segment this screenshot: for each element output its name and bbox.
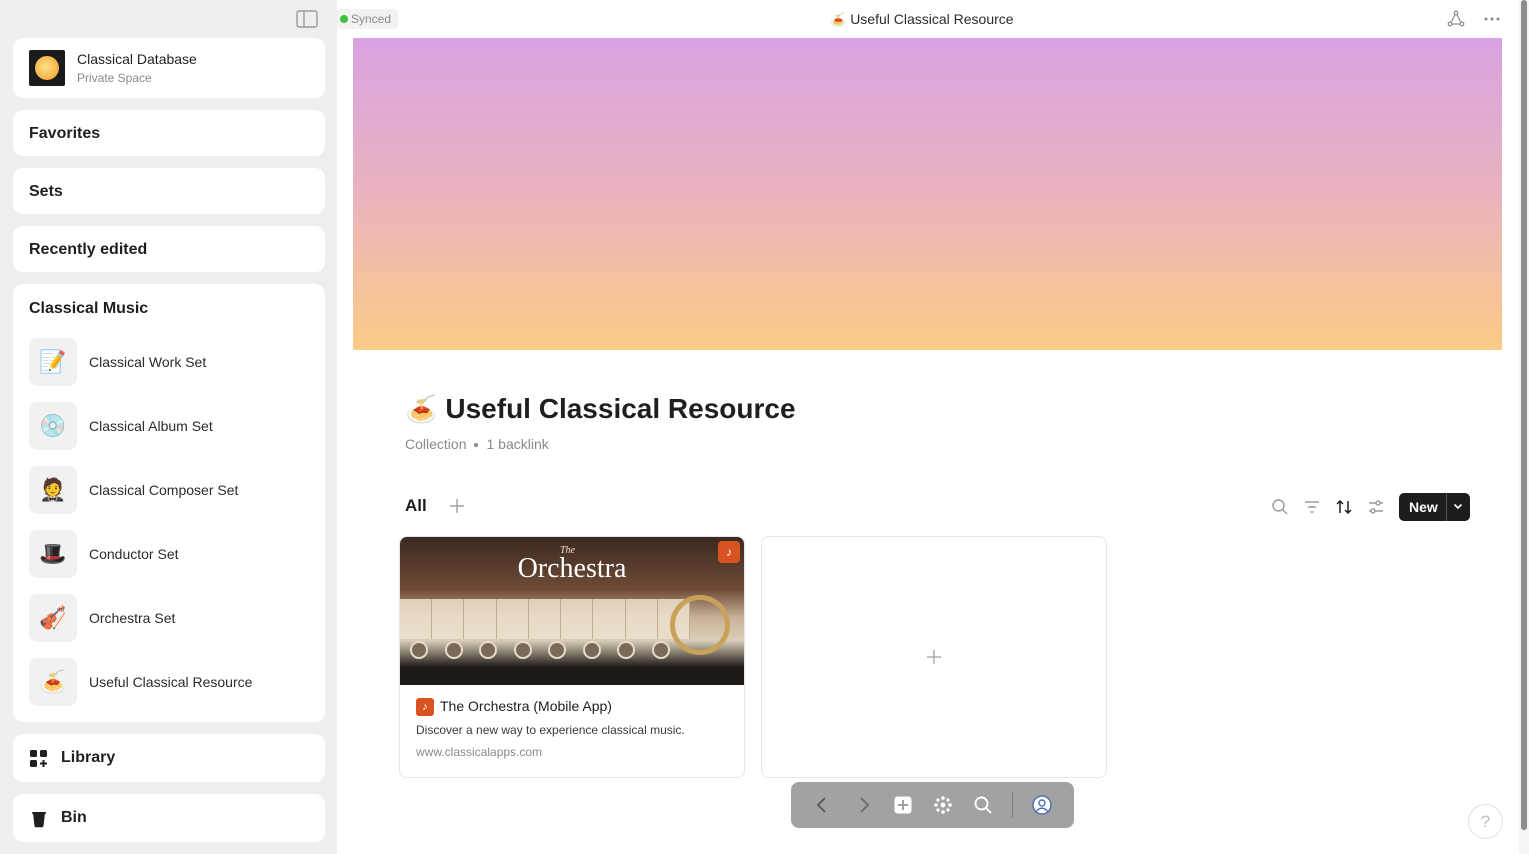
- card-url[interactable]: www.classicalapps.com: [416, 745, 542, 759]
- view-settings-icon[interactable]: [1367, 498, 1385, 516]
- group-title[interactable]: Classical Music: [29, 300, 148, 318]
- sidebar-item-conductor-set[interactable]: 🎩 Conductor Set: [29, 530, 317, 578]
- sidebar: Classical Database Private Space Favorit…: [0, 0, 337, 854]
- page-cover[interactable]: [353, 38, 1502, 350]
- bin-icon: [32, 812, 46, 828]
- person-tuxedo-icon: 🤵: [29, 466, 77, 514]
- cover-composer-portraits: [410, 641, 670, 659]
- sidebar-item-label: Classical Album Set: [89, 418, 213, 434]
- toolbar-divider: [1012, 792, 1013, 818]
- sidebar-item-label: Classical Composer Set: [89, 482, 239, 498]
- profile-avatar-icon[interactable]: [1032, 795, 1052, 815]
- card-cover-image: The Orchestra ♪: [400, 537, 744, 685]
- card-description: Discover a new way to experience classic…: [416, 723, 685, 737]
- window-title: 🍝 Useful Classical Resource: [830, 11, 1014, 28]
- sidebar-item-label: Classical Work Set: [89, 354, 207, 370]
- sidebar-item-orchestra-set[interactable]: 🎻 Orchestra Set: [29, 594, 317, 642]
- space-avatar: [29, 50, 65, 86]
- tab-all[interactable]: All: [405, 496, 427, 516]
- more-options-icon[interactable]: [1483, 10, 1501, 28]
- bin-label: Bin: [61, 809, 87, 826]
- new-object-button[interactable]: New: [1399, 493, 1470, 521]
- sidebar-item-classical-work-set[interactable]: 📝 Classical Work Set: [29, 338, 317, 386]
- spaghetti-icon: 🍝: [29, 658, 77, 706]
- page-type: Collection: [405, 436, 467, 452]
- disc-icon: 💿: [29, 402, 77, 450]
- help-button[interactable]: ?: [1468, 804, 1503, 839]
- forward-arrow-icon[interactable]: [854, 795, 874, 815]
- library-grid-icon: [30, 750, 47, 767]
- sidebar-section-favorites[interactable]: Favorites: [13, 110, 325, 156]
- window-title-text: Useful Classical Resource: [850, 11, 1014, 27]
- sets-label: Sets: [29, 183, 63, 200]
- sidebar-item-label: Orchestra Set: [89, 610, 176, 626]
- graph-view-icon[interactable]: [1447, 10, 1465, 28]
- chevron-down-icon[interactable]: [1451, 499, 1465, 513]
- scrollbar[interactable]: [1519, 0, 1529, 854]
- sidebar-bin[interactable]: Bin: [13, 794, 325, 842]
- favorites-label: Favorites: [29, 125, 101, 142]
- sidebar-library[interactable]: Library: [13, 734, 325, 782]
- sync-status-badge: Synced: [337, 9, 399, 29]
- library-label: Library: [61, 749, 116, 766]
- gallery-card[interactable]: The Orchestra ♪ ♪ The Orchestra (Mobile …: [399, 536, 745, 778]
- sidebar-section-recently-edited[interactable]: Recently edited: [13, 226, 325, 272]
- card-title[interactable]: The Orchestra (Mobile App): [440, 698, 612, 714]
- app-badge-icon: ♪: [718, 541, 740, 563]
- sidebar-toggle-icon[interactable]: [296, 10, 318, 28]
- space-name: Classical Database: [77, 51, 197, 67]
- backlinks-link[interactable]: 1 backlink: [486, 436, 548, 452]
- sync-status-dot: [340, 15, 348, 23]
- sort-icon[interactable]: [1335, 498, 1353, 516]
- create-object-icon[interactable]: [893, 795, 913, 815]
- sidebar-group-classical-music: Classical Music 📝 Classical Work Set 💿 C…: [13, 284, 325, 722]
- space-switcher[interactable]: Classical Database Private Space: [13, 38, 325, 98]
- sidebar-item-useful-classical-resource[interactable]: 🍝 Useful Classical Resource: [29, 658, 317, 706]
- scrollbar-thumb[interactable]: [1521, 0, 1527, 830]
- sidebar-item-label: Useful Classical Resource: [89, 674, 253, 690]
- french-horn-icon: [670, 595, 730, 655]
- sync-status-text: Synced: [351, 12, 392, 26]
- sidebar-item-label: Conductor Set: [89, 546, 179, 562]
- violin-icon: 🎻: [29, 594, 77, 642]
- sidebar-item-classical-album-set[interactable]: 💿 Classical Album Set: [29, 402, 317, 450]
- search-icon[interactable]: [1271, 498, 1289, 516]
- search-icon[interactable]: [973, 795, 993, 815]
- plus-icon: [927, 650, 941, 664]
- page-title-text[interactable]: Useful Classical Resource: [445, 393, 795, 424]
- add-object-card[interactable]: [761, 536, 1107, 778]
- bookmark-favicon-icon: ♪: [416, 698, 434, 716]
- spaghetti-icon[interactable]: 🍝: [405, 394, 437, 424]
- graph-dots-icon[interactable]: [933, 795, 953, 815]
- page-title[interactable]: 🍝 Useful Classical Resource: [405, 393, 796, 425]
- cover-title-text: Orchestra: [517, 553, 627, 584]
- sidebar-section-sets[interactable]: Sets: [13, 168, 325, 214]
- back-arrow-icon[interactable]: [812, 795, 832, 815]
- meta-separator: [474, 443, 479, 448]
- memo-icon: 📝: [29, 338, 77, 386]
- recently-edited-label: Recently edited: [29, 241, 148, 258]
- new-button-divider: [1446, 493, 1447, 521]
- spaghetti-icon: 🍝: [830, 12, 847, 27]
- sidebar-item-classical-composer-set[interactable]: 🤵 Classical Composer Set: [29, 466, 317, 514]
- new-button-label: New: [1409, 499, 1438, 515]
- add-view-icon[interactable]: [447, 496, 467, 516]
- filter-icon[interactable]: [1303, 498, 1321, 516]
- floating-navigation-toolbar: [791, 782, 1074, 828]
- top-hat-icon: 🎩: [29, 530, 77, 578]
- page-meta: Collection 1 backlink: [405, 436, 549, 452]
- space-subtitle: Private Space: [77, 71, 152, 85]
- cover-timeline-strip: [400, 599, 690, 639]
